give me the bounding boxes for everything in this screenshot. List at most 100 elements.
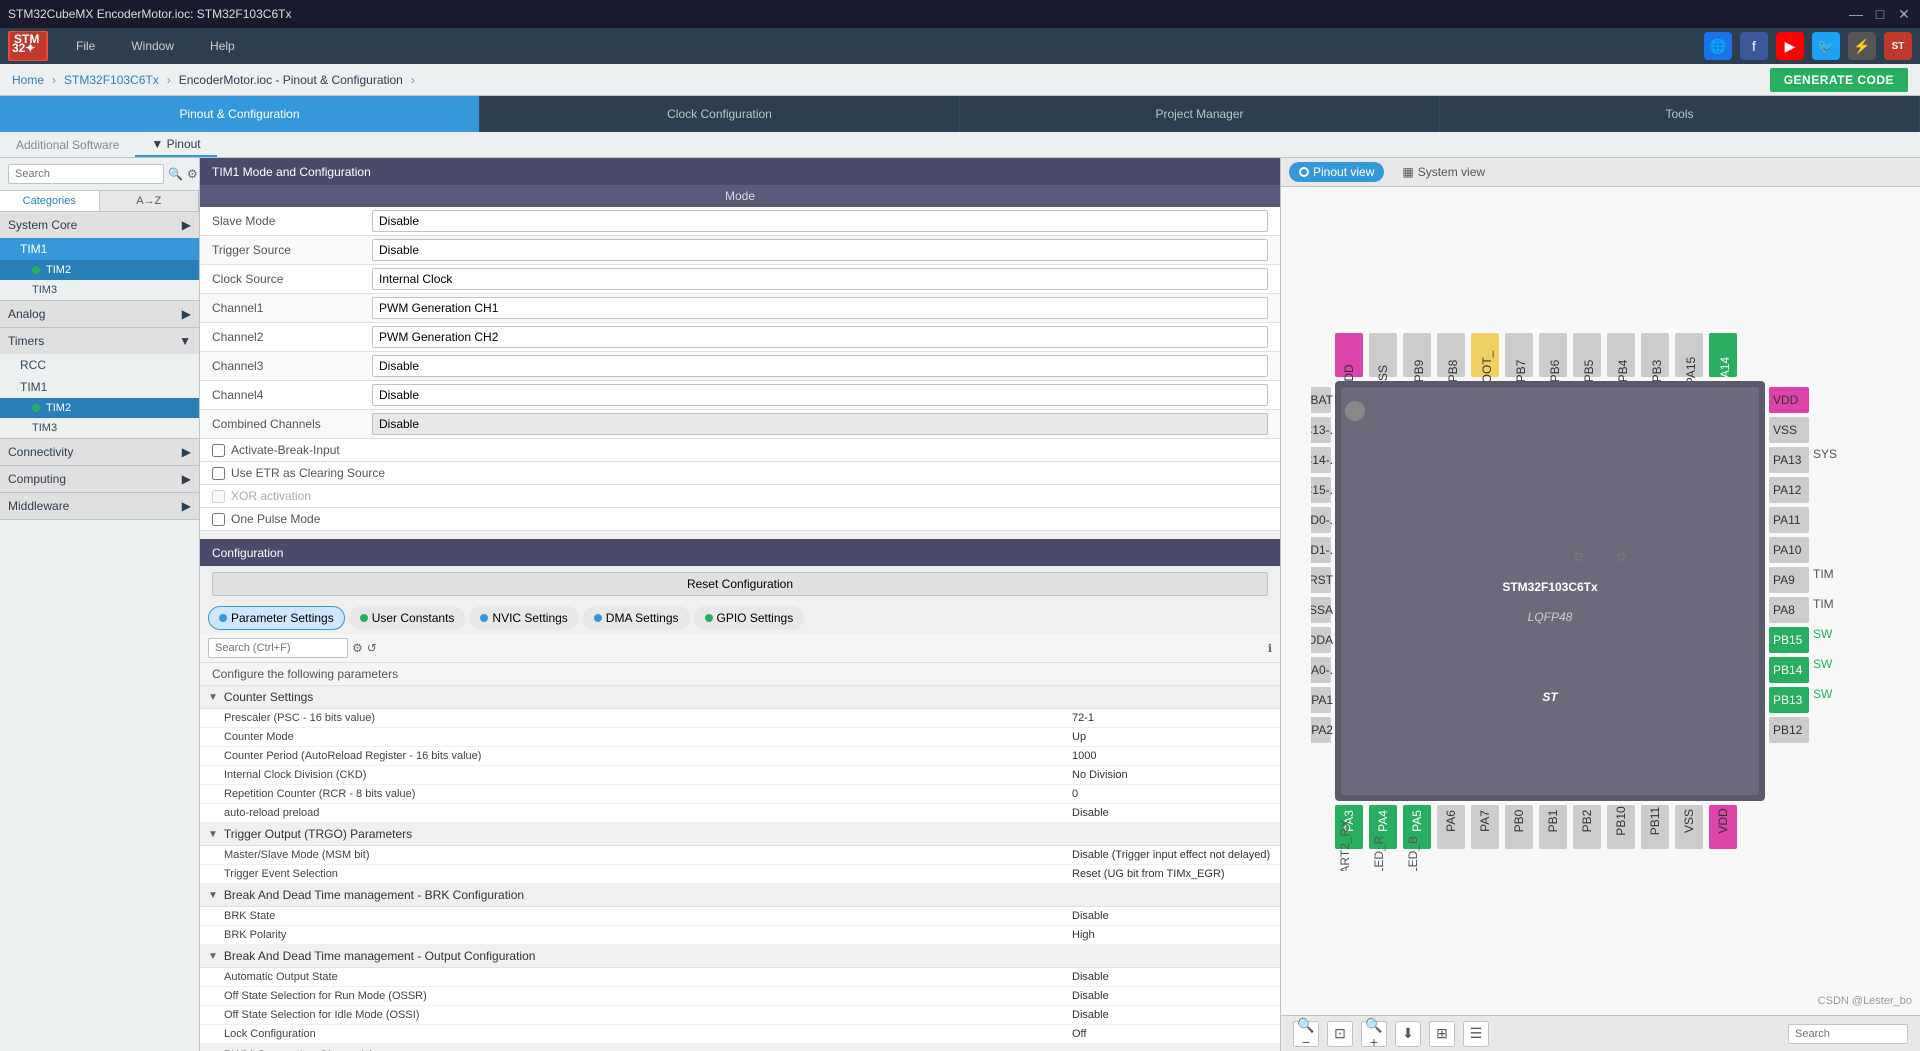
svg-text:PA14: PA14: [1718, 356, 1732, 385]
svg-text:PB7: PB7: [1514, 359, 1528, 382]
etr-label: Use ETR as Clearing Source: [231, 466, 385, 480]
menu-help[interactable]: Help: [202, 35, 243, 57]
sidebar-section-header-system-core[interactable]: System Core ▶: [0, 212, 199, 238]
window-title: STM32CubeMX EncoderMotor.ioc: STM32F103C…: [8, 7, 291, 21]
channel4-select[interactable]: Disable: [372, 384, 1268, 406]
export-button[interactable]: ⬇: [1395, 1021, 1421, 1047]
tab-pinout-config[interactable]: Pinout & Configuration: [0, 96, 480, 132]
fit-view-button[interactable]: ⊡: [1327, 1021, 1353, 1047]
chip-search-input[interactable]: [1788, 1024, 1908, 1044]
chip-tab-system[interactable]: ▦ System view: [1392, 162, 1495, 182]
grid-view-button[interactable]: ⊞: [1429, 1021, 1455, 1047]
sidebar-item-timers-tim1[interactable]: TIM1: [0, 376, 199, 398]
facebook-icon[interactable]: f: [1740, 32, 1768, 60]
ossi-value: Disable: [1072, 1009, 1272, 1021]
tab-project-manager[interactable]: Project Manager: [960, 96, 1440, 132]
svg-text:PD0-.: PD0-.: [1311, 513, 1333, 527]
etr-checkbox[interactable]: [212, 467, 225, 480]
breadcrumb-home[interactable]: Home: [12, 73, 44, 87]
param-tab-dma[interactable]: DMA Settings: [583, 606, 690, 630]
chip-name-text: STM32F103C6Tx: [1502, 580, 1598, 594]
menu-window[interactable]: Window: [123, 35, 182, 57]
sidebar-item-tim1[interactable]: TIM1: [0, 238, 199, 260]
sidebar-item-timers-tim2[interactable]: TIM2: [0, 398, 199, 418]
rcr-value: 0: [1072, 788, 1272, 800]
st-logo: ST: [1542, 690, 1559, 704]
svg-text:PA0-.: PA0-.: [1311, 663, 1333, 677]
param-info-icon[interactable]: ℹ: [1268, 642, 1272, 655]
param-group-brk[interactable]: ▼ Break And Dead Time management - BRK C…: [200, 884, 1280, 907]
minimize-button[interactable]: —: [1848, 6, 1864, 22]
subtab-pinout[interactable]: ▼ Pinout: [135, 132, 216, 157]
sidebar-section-header-connectivity[interactable]: Connectivity ▶: [0, 439, 199, 465]
trigger-source-select[interactable]: Disable: [372, 239, 1268, 261]
breadcrumb-device[interactable]: STM32F103C6Tx: [64, 73, 159, 87]
youtube-icon[interactable]: ▶: [1776, 32, 1804, 60]
tim1-panel-header: TIM1 Mode and Configuration: [200, 158, 1280, 185]
svg-text:PB11: PB11: [1648, 806, 1662, 835]
configure-text: Configure the following parameters: [200, 663, 1280, 686]
reset-config-button[interactable]: Reset Configuration: [212, 572, 1268, 596]
st-icon[interactable]: ST: [1884, 32, 1912, 60]
clock-source-select[interactable]: Internal Clock: [372, 268, 1268, 290]
slave-mode-select[interactable]: Disable: [372, 210, 1268, 232]
chip-panel: Pinout view ▦ System view VDD VSS PB9: [1280, 158, 1920, 1051]
menu-file[interactable]: File: [68, 35, 103, 57]
sidebar-item-timers-tim3[interactable]: TIM3: [0, 418, 199, 438]
sidebar-item-rcc[interactable]: RCC: [0, 354, 199, 376]
param-row-prescaler: Prescaler (PSC - 16 bits value) 72-1: [200, 709, 1280, 728]
param-group-output[interactable]: ▼ Break And Dead Time management - Outpu…: [200, 945, 1280, 968]
subtab-additional-software[interactable]: Additional Software: [0, 132, 135, 157]
sidebar-item-tim2[interactable]: TIM2: [0, 260, 199, 280]
param-group-pwm-ch1[interactable]: ▼ PWM Generation Channel 1: [200, 1044, 1280, 1051]
zoom-out-button[interactable]: 🔍−: [1293, 1021, 1319, 1047]
generate-code-button[interactable]: GENERATE CODE: [1770, 68, 1908, 92]
close-button[interactable]: ✕: [1896, 6, 1912, 22]
zoom-in-button[interactable]: 🔍+: [1361, 1021, 1387, 1047]
web-icon[interactable]: 🌐: [1704, 32, 1732, 60]
sidebar-item-tim3[interactable]: TIM3: [0, 280, 199, 300]
channel2-select[interactable]: PWM Generation CH2: [372, 326, 1268, 348]
param-search-refresh-icon[interactable]: ↺: [367, 641, 377, 655]
param-search-input[interactable]: [208, 638, 348, 658]
output-label: Break And Dead Time management - Output …: [224, 949, 536, 963]
one-pulse-checkbox[interactable]: [212, 513, 225, 526]
sidebar-section-header-timers[interactable]: Timers ▼: [0, 328, 199, 354]
param-search-settings-icon[interactable]: ⚙: [352, 641, 363, 655]
channel1-select[interactable]: PWM Generation CH1: [372, 297, 1268, 319]
svg-text:SW: SW: [1813, 627, 1833, 641]
sidebar-section-header-middleware[interactable]: Middleware ▶: [0, 493, 199, 519]
tab-tools[interactable]: Tools: [1440, 96, 1920, 132]
chip-tab-pinout[interactable]: Pinout view: [1289, 162, 1384, 182]
param-tab-dot-3: [594, 614, 602, 622]
param-tab-parameter-settings[interactable]: Parameter Settings: [208, 606, 345, 630]
list-view-button[interactable]: ☰: [1463, 1021, 1489, 1047]
param-group-trigger[interactable]: ▼ Trigger Output (TRGO) Parameters: [200, 823, 1280, 846]
sidebar-tab-az[interactable]: A→Z: [100, 191, 200, 211]
settings-icon[interactable]: ⚙: [187, 167, 198, 181]
counter-mode-value: Up: [1072, 731, 1272, 743]
param-group-counter-settings[interactable]: ▼ Counter Settings: [200, 686, 1280, 709]
param-row-msm: Master/Slave Mode (MSM bit) Disable (Tri…: [200, 846, 1280, 865]
param-tab-dot-0: [219, 614, 227, 622]
sidebar-tab-categories[interactable]: Categories: [0, 191, 100, 211]
tab-clock-config[interactable]: Clock Configuration: [480, 96, 960, 132]
xor-checkbox[interactable]: [212, 490, 225, 503]
maximize-button[interactable]: □: [1872, 6, 1888, 22]
param-tab-nvic[interactable]: NVIC Settings: [469, 606, 578, 630]
channel3-select[interactable]: Disable: [372, 355, 1268, 377]
param-tab-gpio[interactable]: GPIO Settings: [694, 606, 805, 630]
combined-select[interactable]: Disable: [372, 413, 1268, 435]
sidebar-section-header-analog[interactable]: Analog ▶: [0, 301, 199, 327]
clock-source-label: Clock Source: [212, 272, 372, 286]
chevron-right-icon-3: ▶: [182, 472, 191, 486]
param-tab-user-constants[interactable]: User Constants: [349, 606, 466, 630]
twitter-icon[interactable]: 🐦: [1812, 32, 1840, 60]
network-icon[interactable]: ⚡: [1848, 32, 1876, 60]
break-input-checkbox[interactable]: [212, 444, 225, 457]
sidebar-search-input[interactable]: [8, 164, 164, 184]
ossi-name: Off State Selection for Idle Mode (OSSI): [224, 1009, 1072, 1021]
sidebar-section-computing: Computing ▶: [0, 466, 199, 493]
svg-text:TIM: TIM: [1813, 567, 1834, 581]
sidebar-section-header-computing[interactable]: Computing ▶: [0, 466, 199, 492]
